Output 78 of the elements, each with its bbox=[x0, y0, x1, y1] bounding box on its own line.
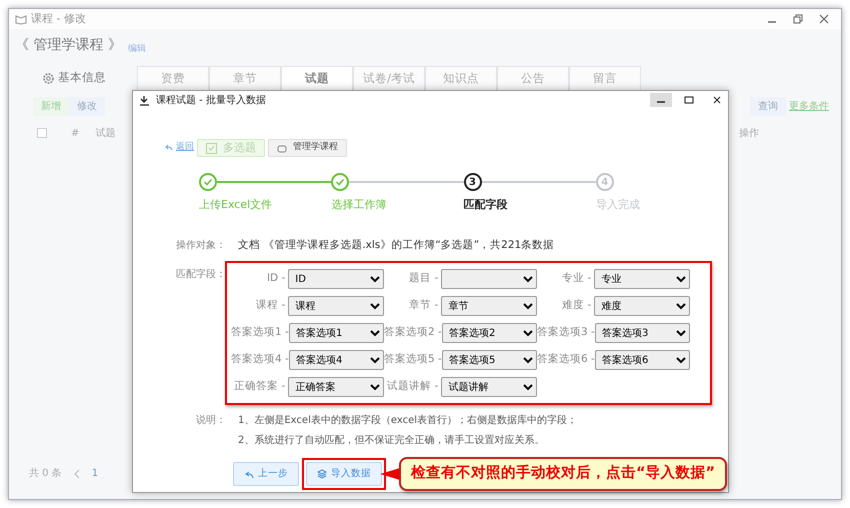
field-label: 课程 - bbox=[255, 298, 286, 314]
checkbox[interactable] bbox=[37, 128, 47, 138]
back-arrow-icon bbox=[165, 144, 173, 152]
field-label: 答案选项5 - bbox=[384, 352, 442, 368]
callout: 检查有不对照的手动校对后，点击“导入数据” bbox=[399, 457, 728, 491]
step-label: 上传Excel文件 bbox=[199, 197, 274, 213]
restore-icon[interactable] bbox=[793, 14, 803, 24]
field-select[interactable]: 专业 bbox=[594, 269, 690, 290]
field-label: ID - bbox=[266, 271, 286, 286]
total-count: 共 0 条 bbox=[29, 466, 62, 481]
note-text: 2、系统进行了自动匹配，但不保证完全正确，请手工设置对应关系。 bbox=[238, 434, 546, 448]
check-icon bbox=[335, 177, 346, 187]
step-indicator: 3 bbox=[464, 173, 482, 191]
tab[interactable]: 公告 bbox=[497, 66, 569, 90]
field-label: 答案选项6 - bbox=[537, 352, 595, 368]
field-select[interactable]: 答案选项6 bbox=[595, 350, 690, 370]
check-icon bbox=[203, 177, 213, 187]
step-label: 匹配字段 bbox=[464, 197, 508, 213]
field-select[interactable]: 答案选项2 bbox=[442, 323, 537, 344]
column-header: # bbox=[71, 126, 80, 140]
field-select[interactable]: 正确答案 bbox=[288, 377, 384, 398]
edit-link[interactable]: 编辑 bbox=[128, 42, 146, 56]
column-header: 试题 bbox=[95, 126, 116, 140]
dialog-title: 课程试题 - 批量导入数据 bbox=[156, 94, 266, 108]
field-label: 答案选项1 - bbox=[231, 325, 289, 340]
field-select[interactable]: 答案选项4 bbox=[289, 350, 384, 370]
operation-text: 文档 《管理学课程多选题.xls》的工作簿“多选题”，共221条数据 bbox=[238, 238, 554, 252]
import-button[interactable]: 导入数据 bbox=[306, 462, 382, 486]
field-label: 章节 - bbox=[408, 298, 440, 314]
close-icon[interactable] bbox=[712, 95, 722, 105]
step-label: 选择工作簿 bbox=[331, 197, 388, 213]
field-select[interactable]: 难度 bbox=[594, 296, 690, 316]
field-label: 试题讲解 - bbox=[386, 379, 440, 394]
field-label: 匹配字段： bbox=[176, 268, 225, 282]
sidebar-item[interactable]: 基本信息 bbox=[58, 69, 106, 87]
back-arrow-icon bbox=[244, 470, 254, 479]
tag: 多选题 bbox=[197, 139, 265, 157]
note-text: 1、左侧是Excel表中的数据字段（excel表首行）；右侧是数据库中的字段； bbox=[238, 414, 577, 428]
field-label: 操作对象： bbox=[176, 238, 226, 252]
tab[interactable]: 试题 bbox=[281, 66, 353, 90]
field-label: 答案选项2 - bbox=[384, 325, 442, 340]
field-label: 正确答案 - bbox=[233, 379, 286, 394]
tab[interactable]: 留言 bbox=[569, 66, 641, 90]
field-select[interactable]: ID bbox=[288, 269, 384, 290]
layers-icon bbox=[317, 469, 327, 480]
step-indicator: 4 bbox=[596, 173, 614, 191]
field-select[interactable]: 课程 bbox=[288, 296, 384, 316]
course-title: 《 管理学课程 》 bbox=[15, 36, 122, 55]
field-select[interactable]: 答案选项3 bbox=[595, 323, 690, 344]
field-label: 答案选项4 - bbox=[231, 352, 289, 368]
field-select[interactable] bbox=[441, 269, 537, 290]
import-icon bbox=[139, 94, 150, 106]
edit-button[interactable]: 修改 bbox=[69, 96, 105, 116]
book-icon bbox=[15, 13, 27, 25]
window-title: 课程 - 修改 bbox=[31, 10, 86, 27]
field-label: 专业 - bbox=[561, 271, 592, 286]
field-select[interactable]: 答案选项1 bbox=[289, 323, 384, 344]
field-label: 题目 - bbox=[408, 271, 440, 286]
back-link[interactable]: 返回 bbox=[165, 141, 194, 155]
field-select[interactable]: 答案选项5 bbox=[442, 350, 537, 370]
column-header: 操作 bbox=[739, 126, 759, 140]
gear-icon bbox=[42, 72, 55, 84]
tab[interactable]: 章节 bbox=[209, 66, 281, 90]
field-select[interactable]: 章节 bbox=[441, 296, 537, 316]
maximize-icon[interactable] bbox=[684, 95, 694, 105]
tag: 管理学课程 bbox=[268, 139, 347, 157]
previous-button[interactable]: 上一步 bbox=[233, 462, 299, 486]
page-number[interactable]: 1 bbox=[92, 466, 98, 481]
step-label: 导入完成 bbox=[596, 197, 641, 213]
checkbox-icon bbox=[206, 142, 217, 154]
tab[interactable]: 知识点 bbox=[425, 66, 497, 90]
tab[interactable]: 资费 bbox=[137, 66, 209, 90]
search-button[interactable]: 查询 bbox=[750, 96, 786, 116]
field-select[interactable]: 试题讲解 bbox=[441, 377, 537, 398]
tab[interactable]: 试卷/考试 bbox=[353, 66, 425, 90]
field-label: 答案选项3 - bbox=[537, 325, 595, 340]
field-label: 难度 - bbox=[561, 298, 592, 314]
field-label: 说明： bbox=[196, 414, 226, 428]
